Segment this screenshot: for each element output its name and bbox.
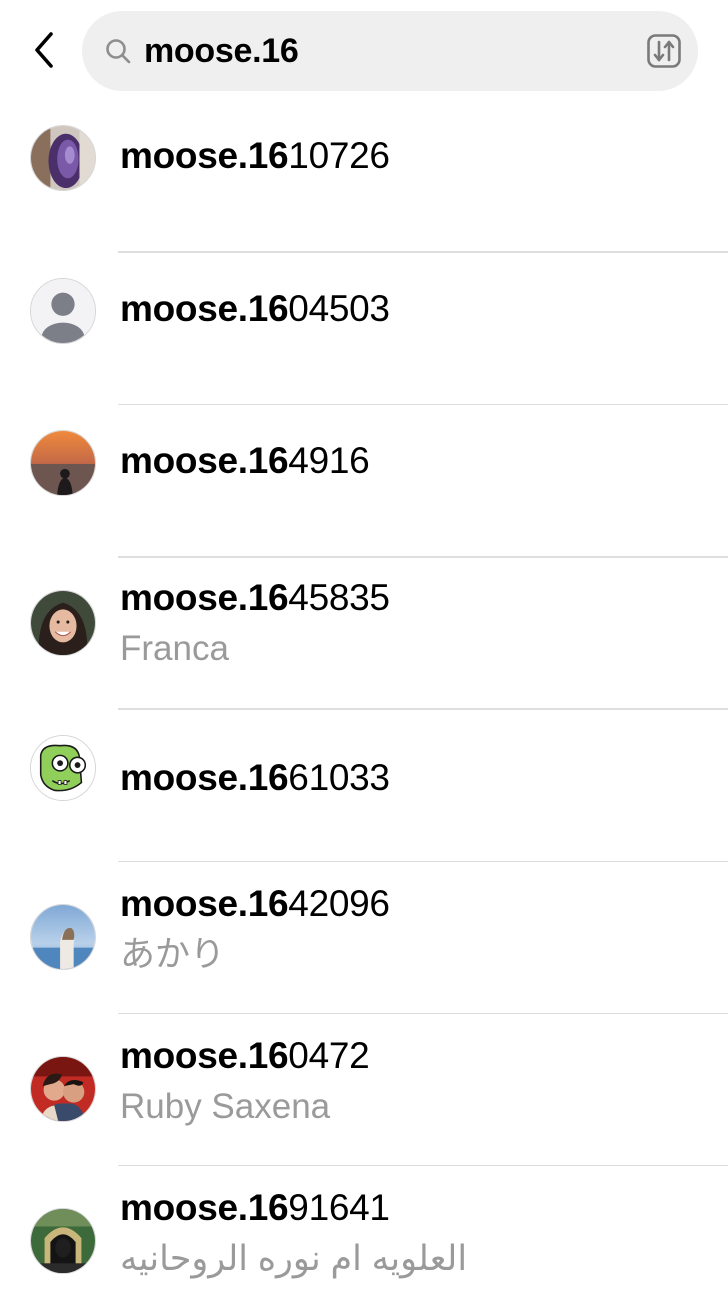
username: moose.164916 — [120, 440, 370, 481]
full-name: Franca — [120, 628, 229, 668]
filter-sort-icon[interactable] — [646, 33, 682, 69]
result-row[interactable]: moose.1604503 — [0, 253, 728, 405]
search-input[interactable] — [144, 25, 624, 77]
username: moose.160472 — [120, 1035, 370, 1076]
result-row[interactable]: moose.1661033 — [0, 710, 728, 862]
username: moose.1610726 — [120, 135, 390, 176]
search-icon — [106, 39, 131, 64]
avatar[interactable] — [30, 125, 96, 191]
amethyst-crystal-avatar-icon — [31, 126, 95, 190]
avatar[interactable] — [30, 430, 96, 496]
username: moose.1642096 — [120, 883, 390, 924]
full-name: العلويه ام نوره الروحانيه — [120, 1239, 468, 1278]
avatar[interactable] — [30, 277, 96, 344]
dark-shrine-arch-avatar-icon — [31, 1209, 95, 1273]
couple-selfie-avatar-icon — [31, 1057, 95, 1121]
result-row[interactable]: moose.164916 — [0, 405, 728, 558]
chevron-left-icon — [35, 32, 53, 68]
result-row[interactable]: moose.1610726 — [0, 100, 728, 253]
avatar[interactable] — [30, 1056, 96, 1122]
avatar[interactable] — [30, 904, 96, 970]
smiling-woman-avatar-icon — [31, 590, 95, 655]
username: moose.1661033 — [120, 756, 390, 798]
username: moose.1645835 — [120, 576, 390, 618]
username: moose.1691641 — [120, 1187, 390, 1228]
green-cartoon-robot-avatar-icon — [31, 735, 95, 800]
username: moose.1604503 — [120, 287, 390, 329]
avatar[interactable] — [30, 589, 96, 656]
sunset-silhouette-avatar-icon — [31, 431, 95, 495]
top-bar — [0, 0, 728, 100]
result-row[interactable]: moose.160472 Ruby Saxena — [0, 1014, 728, 1166]
search-bar[interactable] — [82, 11, 698, 91]
search-results-list: moose.1610726 moose.1604503 moose.164916… — [0, 100, 728, 1300]
default-person-avatar-icon — [31, 278, 95, 343]
avatar[interactable] — [30, 734, 96, 801]
back-button[interactable] — [22, 26, 66, 74]
full-name: Ruby Saxena — [120, 1087, 331, 1126]
result-row[interactable]: moose.1642096 あかり — [0, 862, 728, 1014]
full-name: あかり — [120, 935, 226, 974]
avatar[interactable] — [30, 1208, 96, 1274]
result-row[interactable]: moose.1645835 Franca — [0, 558, 728, 710]
woman-by-sea-avatar-icon — [31, 905, 95, 969]
